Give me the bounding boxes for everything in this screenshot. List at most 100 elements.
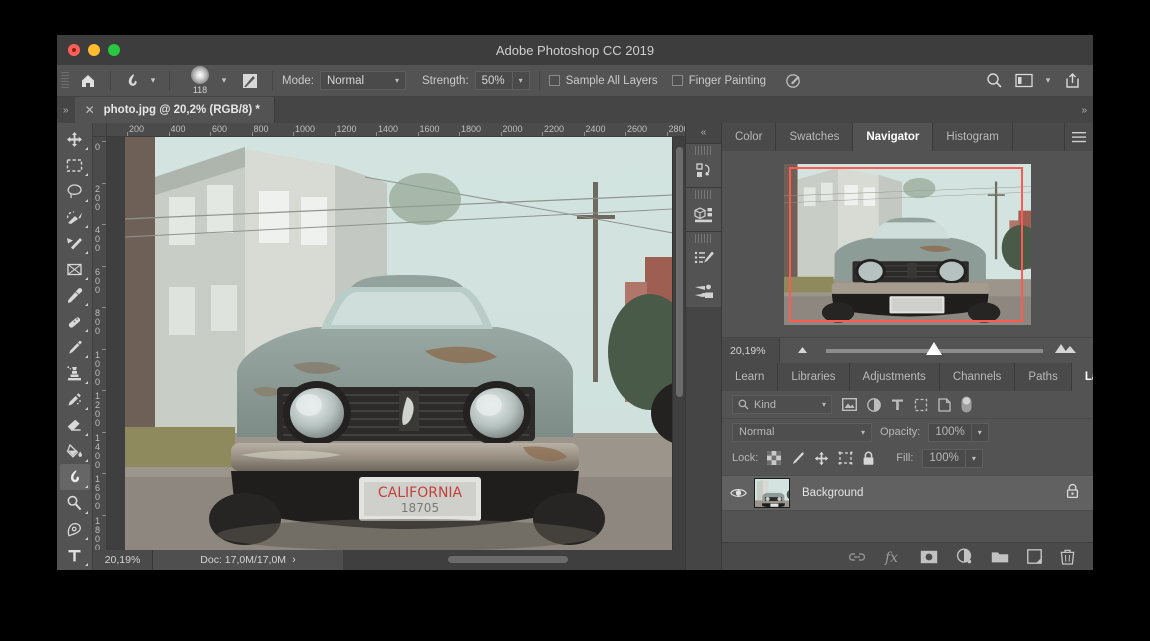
dock-grip[interactable] bbox=[694, 234, 713, 243]
brush-size-preview[interactable]: 118 bbox=[183, 66, 217, 95]
gradient-tool[interactable] bbox=[60, 438, 90, 464]
home-icon[interactable] bbox=[75, 69, 101, 93]
small-mountain-icon[interactable] bbox=[794, 342, 816, 360]
dock-collapse-icon[interactable]: « bbox=[701, 123, 707, 143]
lock-image-pixels-icon[interactable] bbox=[790, 451, 805, 466]
dock-grip[interactable] bbox=[694, 190, 713, 199]
large-mountain-icon[interactable] bbox=[1053, 341, 1079, 360]
minimize-window-button[interactable] bbox=[88, 44, 100, 56]
opacity-stepper[interactable]: 100% ▾ bbox=[928, 422, 989, 442]
object-selection-tool[interactable] bbox=[60, 230, 90, 256]
dodge-tool[interactable] bbox=[60, 490, 90, 516]
vertical-scrollbar[interactable] bbox=[672, 137, 685, 550]
tab-adjustments[interactable]: Adjustments bbox=[849, 363, 940, 391]
eye-icon[interactable] bbox=[722, 487, 754, 499]
chevron-right-icon[interactable]: › bbox=[292, 554, 296, 566]
mode-select[interactable]: Normal ▾ bbox=[319, 71, 406, 90]
lasso-tool[interactable] bbox=[60, 178, 90, 204]
panel-menu-icon[interactable] bbox=[1065, 123, 1093, 151]
layer-style-fx-icon[interactable]: fx bbox=[884, 549, 902, 565]
smudge-tool[interactable] bbox=[59, 464, 90, 490]
fill-stepper[interactable]: 100% ▾ bbox=[922, 448, 983, 468]
marquee-tool[interactable] bbox=[60, 152, 90, 178]
tab-color[interactable]: Color bbox=[722, 123, 777, 151]
quick-selection-tool[interactable] bbox=[60, 204, 90, 230]
pressure-for-size-icon[interactable] bbox=[780, 69, 806, 93]
strength-stepper[interactable]: 50% ▾ bbox=[474, 71, 530, 90]
lock-all-icon[interactable] bbox=[862, 451, 875, 466]
horizontal-scrollbar-thumb[interactable] bbox=[448, 556, 568, 563]
navigator-view-box[interactable] bbox=[789, 166, 1023, 322]
pen-tool[interactable] bbox=[60, 516, 90, 542]
tab-navigator[interactable]: Navigator bbox=[853, 123, 934, 151]
new-group-icon[interactable] bbox=[991, 550, 1009, 564]
layer-thumbnail[interactable] bbox=[754, 478, 790, 508]
zoom-slider-track[interactable] bbox=[826, 341, 1043, 355]
finger-painting-checkbox[interactable]: Finger Painting bbox=[671, 75, 766, 87]
horizontal-scrollbar[interactable] bbox=[343, 550, 685, 570]
brush-settings-icon[interactable] bbox=[237, 69, 263, 93]
navigator-thumbnail[interactable] bbox=[783, 163, 1040, 325]
share-icon[interactable] bbox=[1059, 69, 1085, 93]
dock-grip[interactable] bbox=[694, 146, 713, 155]
new-adjustment-layer-icon[interactable] bbox=[956, 548, 973, 565]
options-bar-grip[interactable] bbox=[61, 71, 69, 90]
history-brush-tool[interactable] bbox=[60, 386, 90, 412]
table-row[interactable]: Background bbox=[722, 475, 1093, 511]
layer-kind-filter[interactable]: Kind ▾ bbox=[732, 395, 832, 414]
brush-preset-caret-icon[interactable]: ▾ bbox=[217, 75, 231, 86]
close-icon[interactable]: ✕ bbox=[85, 103, 95, 117]
tab-histogram[interactable]: Histogram bbox=[933, 123, 1013, 151]
sample-all-layers-checkbox[interactable]: Sample All Layers bbox=[548, 75, 658, 87]
image-viewport[interactable]: CALIFORNIA 18705 bbox=[107, 137, 672, 550]
tool-preset-caret-icon[interactable]: ▾ bbox=[146, 75, 160, 86]
new-layer-icon[interactable] bbox=[1027, 549, 1042, 564]
chevron-down-icon[interactable]: ▾ bbox=[970, 423, 988, 441]
chevron-down-icon[interactable]: ▾ bbox=[511, 72, 529, 89]
status-doc-info[interactable]: Doc: 17,0M/17,0M › bbox=[153, 550, 343, 570]
filter-shape-layers-icon[interactable] bbox=[914, 398, 928, 412]
link-layers-icon[interactable] bbox=[848, 551, 866, 563]
filter-pixel-layers-icon[interactable] bbox=[842, 398, 857, 411]
maximize-window-button[interactable] bbox=[108, 44, 120, 56]
lock-position-icon[interactable] bbox=[814, 451, 829, 466]
filter-toggle-icon[interactable] bbox=[961, 396, 972, 413]
document-image[interactable]: CALIFORNIA 18705 bbox=[125, 137, 672, 550]
vertical-ruler[interactable]: 0 200 400 600 800 1000 1200 1400 1600 1800 bbox=[93, 137, 107, 550]
brush-tool[interactable] bbox=[60, 334, 90, 360]
move-tool[interactable] bbox=[60, 126, 90, 152]
lock-transparent-pixels-icon[interactable] bbox=[767, 451, 782, 465]
workspace-switcher-icon[interactable] bbox=[1011, 69, 1037, 93]
crop-tool[interactable] bbox=[60, 256, 90, 282]
collapse-right-icon[interactable]: » bbox=[1075, 97, 1093, 123]
3d-panel-icon[interactable] bbox=[686, 199, 721, 231]
zoom-slider-knob[interactable] bbox=[925, 341, 942, 355]
brush-presets-panel-icon[interactable] bbox=[686, 243, 721, 275]
chevron-down-icon[interactable]: ▾ bbox=[964, 449, 982, 467]
chevron-down-icon[interactable]: ▾ bbox=[1041, 75, 1055, 86]
close-window-button[interactable] bbox=[68, 44, 80, 56]
delete-layer-icon[interactable] bbox=[1060, 549, 1075, 565]
document-tab-photo[interactable]: ✕ photo.jpg @ 20,2% (RGB/8) * bbox=[74, 97, 275, 123]
tab-swatches[interactable]: Swatches bbox=[776, 123, 854, 151]
lock-icon[interactable] bbox=[1066, 483, 1079, 504]
vertical-scrollbar-thumb[interactable] bbox=[676, 147, 683, 397]
eyedropper-tool[interactable] bbox=[60, 282, 90, 308]
type-tool[interactable] bbox=[60, 542, 90, 568]
blend-mode-select[interactable]: Normal ▾ bbox=[732, 422, 872, 442]
tab-channels[interactable]: Channels bbox=[939, 363, 1016, 391]
horizontal-ruler[interactable]: 200 400 600 800 1000 1200 1400 1600 1800 2000 2200… bbox=[107, 123, 685, 137]
history-panel-icon[interactable] bbox=[686, 155, 721, 187]
filter-type-layers-icon[interactable] bbox=[891, 398, 904, 411]
tab-layers[interactable]: Layers bbox=[1071, 363, 1093, 391]
navigator-panel-body[interactable] bbox=[722, 151, 1093, 337]
add-layer-mask-icon[interactable] bbox=[920, 550, 938, 564]
smudge-tool-icon[interactable] bbox=[120, 69, 146, 93]
clone-stamp-tool[interactable] bbox=[60, 360, 90, 386]
filter-adjustment-layers-icon[interactable] bbox=[867, 397, 881, 412]
lock-artboard-nesting-icon[interactable] bbox=[838, 451, 853, 465]
brush-settings-panel-icon[interactable] bbox=[686, 275, 721, 307]
navigator-zoom-slider[interactable] bbox=[780, 341, 1093, 360]
filter-smart-object-icon[interactable] bbox=[938, 397, 951, 412]
navigator-zoom-value[interactable]: 20,19% bbox=[722, 338, 780, 363]
